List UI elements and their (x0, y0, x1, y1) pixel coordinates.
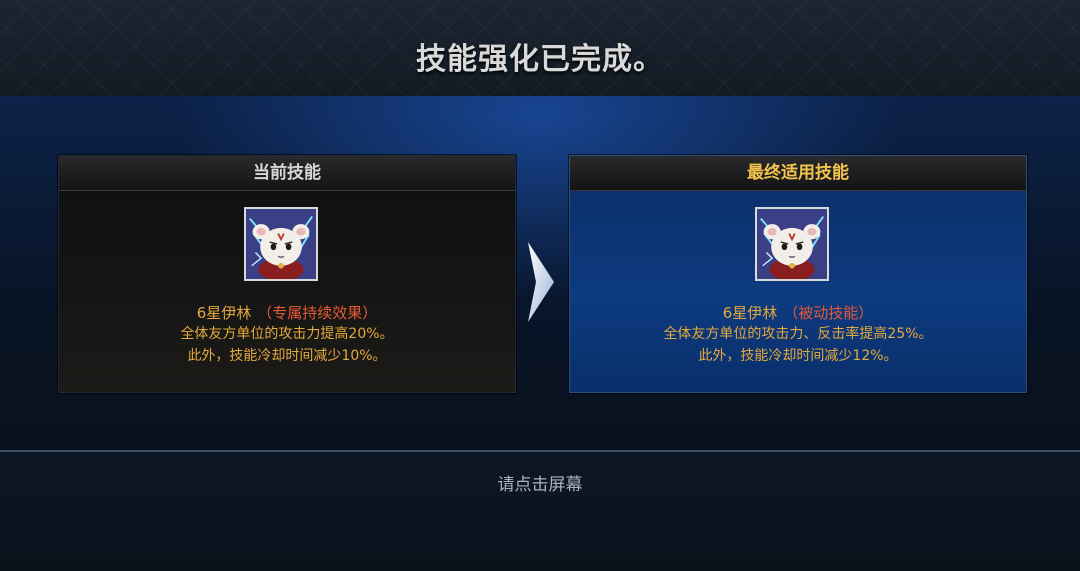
final-skill-desc-2: 此外，技能冷却时间减少12%。 (698, 348, 898, 364)
current-skill-desc-1: 全体友方单位的攻击力提高20%。 (180, 326, 394, 342)
final-skill-header: 最终适用技能 (570, 156, 1026, 191)
tap-screen-hint[interactable]: 请点击屏幕 (0, 470, 1080, 495)
final-skill-tag: （被动技能） (783, 304, 874, 322)
current-skill-name: 6星伊林 (196, 304, 252, 322)
current-skill-tag: （专属持续效果） (257, 304, 378, 322)
final-skill-name: 6星伊林 (722, 304, 778, 322)
current-skill-name-line: 6星伊林 （专属持续效果） (59, 302, 515, 323)
final-skill-desc-1: 全体友方单位的攻击力、反击率提高25%。 (663, 326, 933, 342)
final-skill-panel: 最终适用技能 6星伊林 （被动技能） 全体友方单位的攻击力、反击率提高25%。 此… (569, 155, 1027, 393)
current-skill-desc-2: 此外，技能冷却时间减少10%。 (187, 348, 387, 364)
chevron-right-icon (526, 240, 556, 324)
page-title: 技能强化已完成。 (416, 42, 664, 77)
cat-hero-portrait-icon (244, 207, 318, 281)
final-skill-name-line: 6星伊林 （被动技能） (570, 302, 1026, 323)
current-skill-header: 当前技能 (59, 156, 515, 191)
current-skill-panel: 当前技能 6星伊林 （专属持续效果） 全体友方单位的攻击力提高20%。 此外，技能… (58, 155, 516, 393)
cat-hero-portrait-icon (755, 207, 829, 281)
